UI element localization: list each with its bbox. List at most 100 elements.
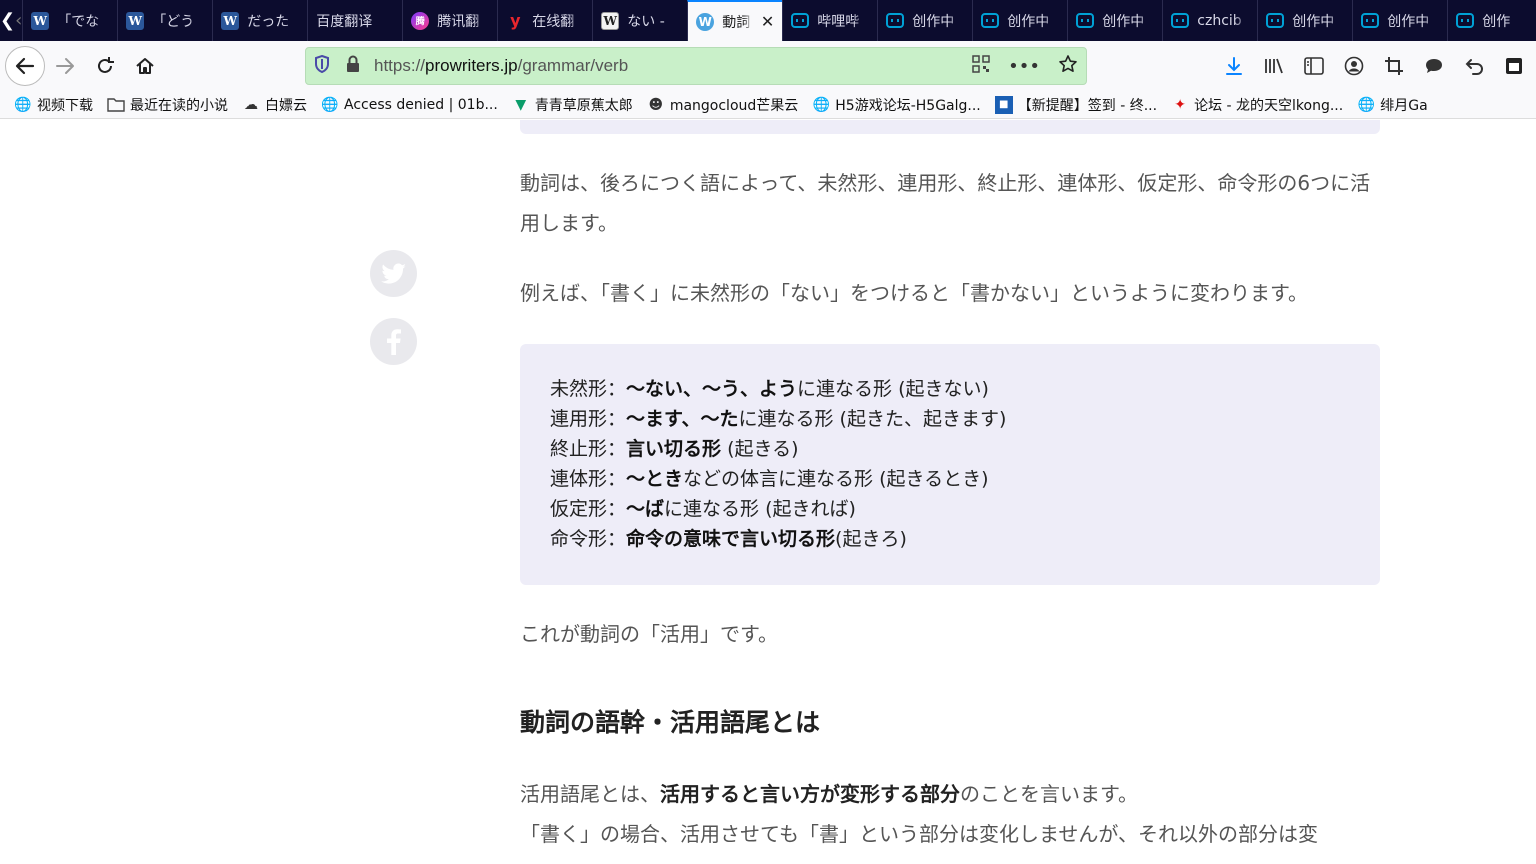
sidebar-icon <box>1304 57 1324 75</box>
tab-7[interactable]: W ない - <box>592 0 687 41</box>
tab-label: 创作中 <box>912 13 955 30</box>
word-icon: W <box>31 11 50 30</box>
twitter-bird-icon <box>380 262 406 284</box>
bookmark-label: Access denied | 01b... <box>344 96 498 113</box>
bookmark-star-icon[interactable] <box>1058 54 1078 79</box>
tab-4[interactable]: 百度翻译 <box>307 0 402 41</box>
extension-icon <box>1506 58 1522 74</box>
form-row: 終止形：言い切る形 (起きる) <box>550 434 1350 464</box>
form-name: 連体形： <box>550 468 627 490</box>
bookmark-label: 绯月Ga <box>1380 97 1428 114</box>
form-key: 命令の意味で言い切る形 <box>626 528 836 550</box>
bookmark-item[interactable]: 🌐 Access denied | 01b... <box>321 96 498 114</box>
tab-label: 動詞 <box>722 14 751 31</box>
paragraph-ending-definition: 活用語尾とは、活用すると言い方が変形する部分のことを言います。 <box>520 774 1390 814</box>
bookmark-folder[interactable]: 最近在读的小说 <box>107 95 228 115</box>
tab-12[interactable]: 创作中 <box>1067 0 1162 41</box>
form-name: 仮定形： <box>550 498 627 520</box>
tab-label: czhcib <box>1197 12 1242 29</box>
bilibili-icon <box>886 13 905 28</box>
section-heading: 動詞の語幹・活用語尾とは <box>520 708 821 737</box>
account-button[interactable] <box>1336 48 1372 84</box>
form-key: ～ない、～う、よう <box>626 378 798 400</box>
tab-15[interactable]: 创作中 <box>1352 0 1447 41</box>
form-key: 言い切る形 <box>626 438 722 460</box>
bookmarks-toolbar: 🌐 视频下载 最近在读的小说 ☁ 白嫖云 🌐 Access denied | 01b.… <box>0 91 1536 119</box>
toolbar-right <box>1216 41 1536 91</box>
reload-button[interactable] <box>85 46 125 86</box>
bookmark-label: 视频下载 <box>37 97 93 114</box>
url-text[interactable]: https://prowriters.jp/grammar/verb <box>374 56 628 76</box>
tracking-protection-shield-icon[interactable] <box>314 54 342 77</box>
form-desc: に連なる形 (起きない) <box>797 378 989 400</box>
address-bar[interactable]: https://prowriters.jp/grammar/verb ••• <box>305 47 1087 85</box>
bilibili-icon <box>1076 13 1095 28</box>
globe-icon: 🌐 <box>1357 96 1375 113</box>
tab-14[interactable]: 创作中 <box>1257 0 1352 41</box>
bookmark-item[interactable]: 🌐 H5游戏论坛-H5Galg... <box>812 95 981 115</box>
tab-active[interactable]: W 動詞 ✕ <box>687 0 783 41</box>
library-icon <box>1265 58 1283 74</box>
tab-label: 百度翻译 <box>316 13 373 30</box>
bilibili-icon <box>1171 13 1190 28</box>
lock-icon[interactable] <box>346 55 374 77</box>
tab-label: 「どう <box>152 13 195 30</box>
tab-bar: ❮ ‹ W 「でな W 「どう W だった 百度翻译 腾腾讯翻 y 在线翻 W ない - … <box>0 0 1536 41</box>
comments-button[interactable] <box>1416 48 1452 84</box>
undo-close-tab-button[interactable] <box>1456 48 1492 84</box>
tab-11[interactable]: 创作中 <box>972 0 1067 41</box>
form-desc: (起きろ) <box>835 528 907 550</box>
tab-10[interactable]: 创作中 <box>877 0 972 41</box>
form-desc: などの体言に連なる形 (起きるとき) <box>683 468 989 490</box>
back-button[interactable] <box>5 46 45 86</box>
screenshot-button[interactable] <box>1376 48 1412 84</box>
bookmark-label: 最近在读的小说 <box>130 97 228 114</box>
paragraph-conclusion: これが動詞の「活用」です。 <box>520 622 778 646</box>
forward-button[interactable] <box>45 46 85 86</box>
bookmark-item[interactable]: ☻ mangocloud芒果云 <box>647 95 799 115</box>
page-actions-menu-icon[interactable]: ••• <box>1008 56 1040 77</box>
tab-6[interactable]: y 在线翻 <box>497 0 592 41</box>
close-tab-icon[interactable]: ✕ <box>761 12 774 31</box>
form-name: 連用形： <box>550 408 627 430</box>
bookmark-item[interactable]: ▼ 青青草原蕉太郎 <box>512 95 632 115</box>
tab-3[interactable]: W だった <box>212 0 307 41</box>
bold-span: 活用すると言い方が変形する部分 <box>660 782 960 806</box>
library-button[interactable] <box>1256 48 1292 84</box>
twitter-share-button[interactable] <box>370 250 417 297</box>
url-path: /grammar/verb <box>517 56 629 75</box>
form-row: 未然形：～ない、～う、ように連なる形 (起きない) <box>550 374 1350 404</box>
form-name: 終止形： <box>550 438 627 460</box>
facebook-share-button[interactable] <box>370 318 417 365</box>
downloads-button[interactable] <box>1216 48 1252 84</box>
bilibili-icon <box>791 13 810 28</box>
tab-16[interactable]: 创作 <box>1447 0 1536 41</box>
bookmark-item[interactable]: ■ 【新提醒】签到 - 终... <box>994 95 1157 115</box>
bookmark-item[interactable]: ☁ 白嫖云 <box>242 95 307 115</box>
page-content: 動詞は、後ろにつく語によって、未然形、連用形、終止形、連体形、仮定形、命令形の6… <box>0 120 1536 864</box>
form-row: 連用形：～ます、～たに連なる形 (起きた、起きます) <box>550 404 1350 434</box>
tab-label: 腾讯翻 <box>437 13 480 30</box>
globe-icon: 🌐 <box>14 96 32 113</box>
tab-13[interactable]: czhcib <box>1162 0 1257 41</box>
bookmark-item[interactable]: 🌐 绯月Ga <box>1357 95 1428 115</box>
sidebar-button[interactable] <box>1296 48 1332 84</box>
tab-2[interactable]: W 「どう <box>117 0 212 41</box>
word-icon: W <box>126 11 145 30</box>
prowriters-icon: W <box>696 12 715 31</box>
bookmark-item[interactable]: ✦ 论坛 - 龙的天空lkong... <box>1171 95 1343 115</box>
tab-label: 「でな <box>57 13 100 30</box>
tab-1[interactable]: W 「でな <box>22 0 117 41</box>
tab-scroll-left-button[interactable]: ❮ <box>0 0 15 41</box>
tab-label: 创作中 <box>1102 13 1145 30</box>
extension-button[interactable] <box>1496 48 1532 84</box>
tab-label: 创作中 <box>1292 13 1335 30</box>
tab-9[interactable]: 哔哩哔 <box>782 0 877 41</box>
form-key: ～ます、～た <box>626 408 739 430</box>
home-button[interactable] <box>125 46 165 86</box>
tab-5[interactable]: 腾腾讯翻 <box>402 0 497 41</box>
qr-code-icon[interactable] <box>972 54 990 78</box>
form-desc: (起きる) <box>721 438 799 460</box>
bookmark-item[interactable]: 🌐 视频下载 <box>14 95 93 115</box>
bookmark-label: 论坛 - 龙的天空lkong... <box>1194 97 1344 114</box>
